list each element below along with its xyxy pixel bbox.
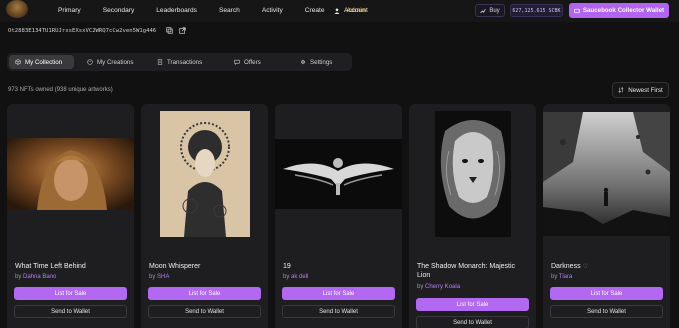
trend-up-icon bbox=[480, 8, 487, 13]
collector-wallet-button[interactable]: Saucebook Collector Wallet bbox=[569, 3, 669, 18]
owned-count: 973 NFTs owned (938 unique artworks) bbox=[8, 87, 113, 93]
tab-offers[interactable]: Offers bbox=[228, 55, 267, 69]
by-prefix: by bbox=[551, 274, 559, 280]
nft-title-text: Darkness bbox=[551, 263, 581, 270]
send-to-wallet-button[interactable]: Send to Wallet bbox=[416, 316, 529, 328]
account-menu[interactable]: Account bbox=[334, 7, 368, 14]
buy-label: Buy bbox=[489, 7, 500, 14]
nft-creator: by Dahna Bano bbox=[15, 274, 56, 280]
list-for-sale-button[interactable]: List for Sale bbox=[550, 287, 663, 300]
nav-secondary[interactable]: Secondary bbox=[103, 7, 135, 14]
tab-label: My Collection bbox=[25, 58, 63, 66]
creator-link[interactable]: ak dell bbox=[291, 274, 308, 280]
nav-activity[interactable]: Activity bbox=[262, 7, 283, 14]
nft-creator: by ak dell bbox=[283, 274, 308, 280]
tab-transactions[interactable]: Transactions bbox=[151, 55, 208, 69]
palette-icon bbox=[87, 59, 93, 65]
tab-label: Offers bbox=[244, 58, 261, 66]
by-prefix: by bbox=[149, 274, 158, 280]
nft-artwork[interactable] bbox=[7, 112, 134, 236]
nft-artwork[interactable] bbox=[409, 111, 536, 237]
nft-title: Moon Whisperer bbox=[149, 263, 201, 270]
send-to-wallet-button[interactable]: Send to Wallet bbox=[148, 305, 261, 318]
sort-icon bbox=[618, 87, 624, 93]
nft-artwork[interactable] bbox=[141, 111, 268, 237]
nft-creator: by Cherry Koala bbox=[417, 284, 460, 290]
address-actions bbox=[166, 27, 186, 34]
list-for-sale-button[interactable]: List for Sale bbox=[282, 287, 395, 300]
nft-card[interactable]: What Time Left Behind by Dahna Bano List… bbox=[7, 104, 134, 328]
buy-button[interactable]: Buy bbox=[475, 4, 505, 17]
balance-badge: 627,125.615 SCBK bbox=[510, 4, 563, 17]
external-link-icon[interactable] bbox=[179, 27, 186, 34]
nav-leaderboards[interactable]: Leaderboards bbox=[156, 7, 197, 14]
artwork-darkness bbox=[543, 112, 670, 236]
nft-card[interactable]: The Shadow Monarch: Majestic Lion by Che… bbox=[409, 104, 536, 328]
gear-icon bbox=[300, 59, 306, 65]
sort-dropdown[interactable]: Newest First bbox=[612, 82, 669, 98]
by-prefix: by bbox=[283, 274, 292, 280]
tab-label: Transactions bbox=[167, 58, 203, 66]
top-navigation-bar: Primary Secondary Leaderboards Search Ac… bbox=[0, 0, 679, 22]
copy-icon[interactable] bbox=[166, 27, 173, 34]
avatar[interactable] bbox=[6, 0, 28, 18]
list-for-sale-button[interactable]: List for Sale bbox=[148, 287, 261, 300]
nav-create[interactable]: Create bbox=[305, 7, 325, 14]
wallet-address: Ot2883E134TU1RUJrxsEXsxVC2WRQ7cCw2ven5W1… bbox=[8, 28, 157, 34]
user-icon bbox=[334, 7, 340, 14]
send-to-wallet-button[interactable]: Send to Wallet bbox=[282, 305, 395, 318]
nft-card[interactable]: Moon Whisperer by SHA List for Sale Send… bbox=[141, 104, 268, 328]
list-for-sale-button[interactable]: List for Sale bbox=[14, 287, 127, 300]
nav-primary[interactable]: Primary bbox=[58, 7, 81, 14]
nft-title: What Time Left Behind bbox=[15, 263, 86, 270]
wallet-icon bbox=[574, 8, 580, 13]
artwork-elderly-woman bbox=[7, 138, 134, 210]
by-prefix: by bbox=[15, 274, 24, 280]
tab-my-creations[interactable]: My Creations bbox=[81, 55, 139, 69]
profile-tabs: My Collection My Creations Transactions … bbox=[7, 53, 352, 71]
heart-icon: ♡ bbox=[582, 264, 588, 270]
nft-creator: by Tiara bbox=[551, 274, 572, 280]
nft-card[interactable]: 19 by ak dell List for Sale Send to Wall… bbox=[275, 104, 402, 328]
nft-artwork[interactable] bbox=[543, 112, 670, 236]
nft-card[interactable]: Darkness ♡ by Tiara List for Sale Send to… bbox=[543, 104, 670, 328]
wallet-label: Saucebook Collector Wallet bbox=[582, 7, 665, 14]
send-to-wallet-button[interactable]: Send to Wallet bbox=[550, 305, 663, 318]
nft-title: Darkness ♡ bbox=[551, 262, 663, 272]
nft-title: The Shadow Monarch: Majestic Lion bbox=[417, 263, 516, 279]
account-label: Account bbox=[344, 7, 368, 14]
tab-settings[interactable]: Settings bbox=[294, 55, 338, 69]
tab-my-collection[interactable]: My Collection bbox=[9, 55, 74, 69]
artwork-shadow-monarch-lion bbox=[434, 111, 511, 237]
nft-artwork[interactable] bbox=[275, 112, 402, 236]
by-prefix: by bbox=[417, 284, 426, 290]
tab-label: Settings bbox=[310, 58, 333, 66]
sort-label: Newest First bbox=[628, 86, 663, 94]
cube-icon bbox=[15, 59, 21, 65]
creator-link[interactable]: Cherry Koala bbox=[425, 284, 460, 290]
artwork-moon-whisperer bbox=[159, 111, 250, 237]
send-to-wallet-button[interactable]: Send to Wallet bbox=[14, 305, 127, 318]
tab-label: My Creations bbox=[97, 58, 134, 66]
list-for-sale-button[interactable]: List for Sale bbox=[416, 298, 529, 311]
creator-link[interactable]: Dahna Bano bbox=[23, 274, 56, 280]
creator-link[interactable]: SHA bbox=[157, 274, 169, 280]
nft-creator: by SHA bbox=[149, 274, 169, 280]
receipt-icon bbox=[157, 59, 163, 65]
nav-search[interactable]: Search bbox=[219, 7, 240, 14]
chat-icon bbox=[234, 59, 240, 65]
nft-title: 19 bbox=[283, 263, 291, 270]
creator-link[interactable]: Tiara bbox=[559, 274, 572, 280]
artwork-19 bbox=[275, 139, 402, 209]
